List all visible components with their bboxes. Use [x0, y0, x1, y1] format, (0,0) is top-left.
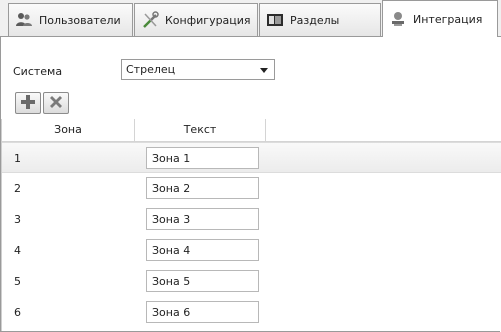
zone-number: 2 [14, 182, 21, 195]
zone-text-input[interactable] [146, 208, 259, 230]
tab-sections-label: Разделы [290, 13, 340, 27]
zone-text-input[interactable] [146, 301, 259, 323]
zone-text-input[interactable] [146, 147, 259, 169]
table-row[interactable]: 5 [2, 266, 501, 297]
integration-icon [389, 10, 407, 28]
users-icon [15, 11, 33, 29]
zone-number: 4 [14, 244, 21, 257]
system-select-value: Стрелец [126, 63, 176, 76]
zone-number: 6 [14, 306, 21, 319]
zone-text-input[interactable] [146, 177, 259, 199]
tab-integration[interactable]: Интеграция [382, 0, 498, 37]
add-icon [20, 94, 36, 113]
column-header-text[interactable]: Текст [135, 119, 266, 141]
table-row[interactable]: 2 [2, 173, 501, 204]
zone-text-input[interactable] [146, 270, 259, 292]
delete-button[interactable] [43, 92, 69, 114]
add-button[interactable] [15, 92, 41, 114]
zone-number: 1 [14, 152, 21, 165]
wrench-icon [141, 11, 159, 29]
tab-users-label: Пользователи [39, 13, 121, 27]
tab-strip: Пользователи Конфигурация Разделы Интегр… [0, 0, 501, 37]
tab-sections[interactable]: Разделы [259, 3, 381, 36]
system-label: Система [13, 65, 63, 78]
integration-panel: Система Стрелец Зона Текст 1 Зона 1 2 Зо… [1, 37, 501, 331]
tab-users[interactable]: Пользователи [8, 3, 133, 36]
table-row[interactable]: 4 [2, 235, 501, 266]
grid-header: Зона Текст [2, 119, 501, 142]
table-row[interactable]: 3 [2, 204, 501, 235]
tab-configuration-label: Конфигурация [165, 13, 251, 27]
table-row[interactable]: 6 [2, 297, 501, 328]
tab-configuration[interactable]: Конфигурация [134, 3, 258, 36]
chevron-down-icon [260, 68, 268, 73]
zone-text-input[interactable] [146, 239, 259, 261]
zone-number: 5 [14, 275, 21, 288]
column-header-zone[interactable]: Зона [2, 119, 135, 141]
zone-number: 3 [14, 213, 21, 226]
tab-integration-label: Интеграция [413, 12, 483, 26]
sections-icon [266, 11, 284, 29]
zones-grid: Зона Текст 1 2 3 4 5 6 [1, 119, 501, 331]
system-select[interactable]: Стрелец [121, 59, 275, 80]
delete-icon [48, 94, 64, 113]
table-row[interactable]: 1 [2, 142, 501, 173]
